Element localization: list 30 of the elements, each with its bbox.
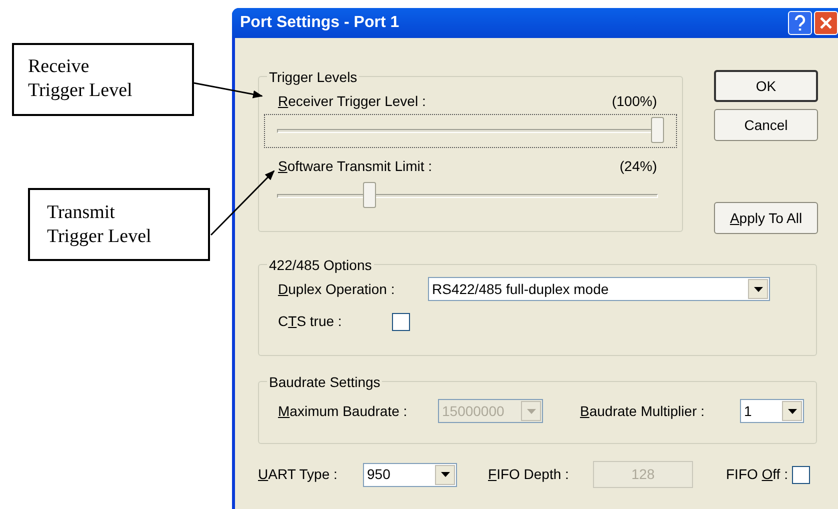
uart-dropdown[interactable]: 950 xyxy=(363,462,457,486)
slider-label: Software Transmit Limit : xyxy=(278,157,432,176)
field-label: FIFO Depth : xyxy=(488,465,570,484)
field-label: Baudrate Multiplier : xyxy=(580,402,706,421)
field-label: Duplex Operation : xyxy=(278,280,396,299)
button-label: Apply To All xyxy=(730,208,802,228)
close-icon[interactable] xyxy=(814,11,838,35)
checkbox-label: FIFO Off : xyxy=(726,465,788,484)
slider-thumb[interactable] xyxy=(362,182,376,208)
dialog-button[interactable]: Apply To All xyxy=(714,202,818,234)
slider-thumb[interactable] xyxy=(651,117,664,143)
slider-reading: (24%) xyxy=(620,157,657,176)
callout-text: Transmit Trigger Level xyxy=(47,201,152,249)
callout-text: Receive Trigger Level xyxy=(28,55,132,103)
button-label: OK xyxy=(756,76,776,96)
help-icon[interactable] xyxy=(788,11,812,35)
checkbox-label: CTS true : xyxy=(278,312,343,331)
slider[interactable] xyxy=(264,114,677,148)
field-label: UART Type : xyxy=(258,465,338,484)
dialog-button[interactable]: OK xyxy=(714,70,818,102)
slider-reading: (100%) xyxy=(612,92,657,111)
dialog-button[interactable]: Cancel xyxy=(714,109,818,141)
checkbox[interactable] xyxy=(392,312,410,330)
multiplier-dropdown[interactable]: 1 xyxy=(740,399,804,423)
slider-label: Receiver Trigger Level : xyxy=(278,92,426,111)
window-title: Port Settings - Port 1 xyxy=(240,13,400,33)
field-label: Maximum Baudrate : xyxy=(278,402,408,420)
checkbox[interactable] xyxy=(792,466,810,484)
button-label: Cancel xyxy=(744,116,788,134)
duplex-dropdown[interactable]: RS422/485 full-duplex mode xyxy=(428,277,770,301)
